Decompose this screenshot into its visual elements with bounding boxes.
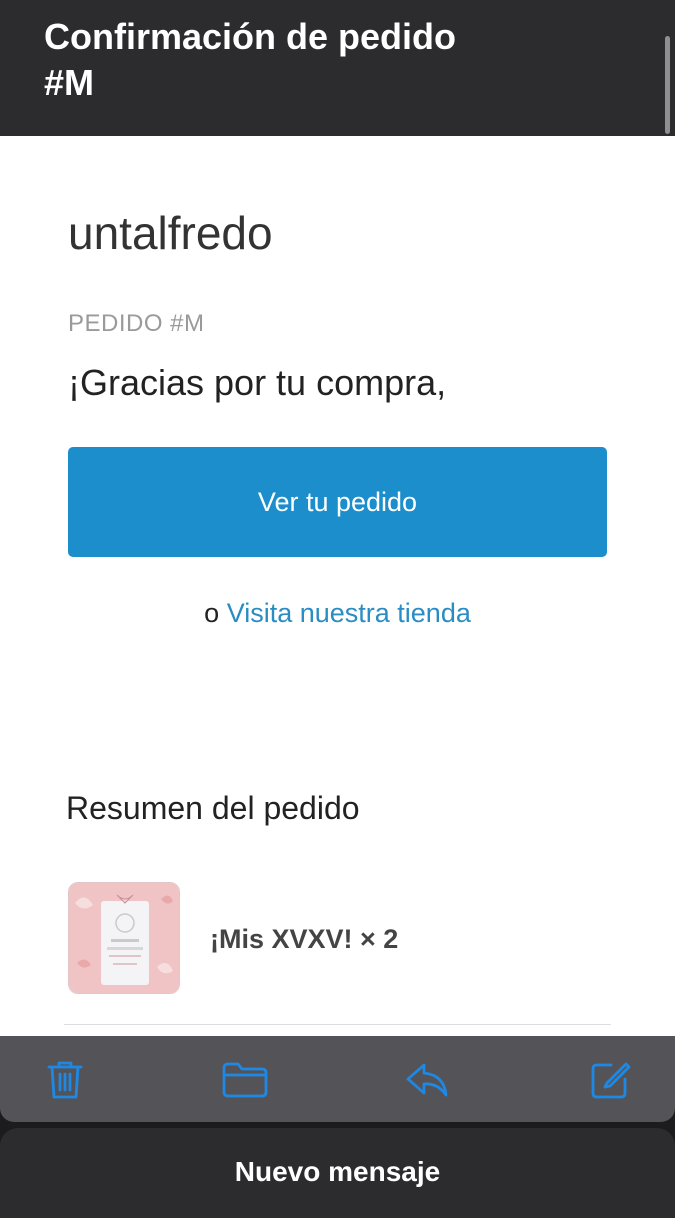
new-message-bar[interactable]: Nuevo mensaje <box>0 1128 675 1218</box>
store-link-row: o Visita nuestra tienda <box>0 598 675 629</box>
order-summary-title: Resumen del pedido <box>66 790 360 826</box>
visit-store-link[interactable]: Visita nuestra tienda <box>227 598 471 628</box>
thanks-heading: ¡Gracias por tu compra, <box>68 362 447 403</box>
store-name: untalfredo <box>68 207 273 259</box>
mail-toolbar <box>0 1036 675 1122</box>
email-subject: Confirmación de pedido #M <box>44 16 457 103</box>
compose-icon[interactable] <box>588 1058 632 1102</box>
email-header: Confirmación de pedido #M <box>0 0 675 136</box>
product-thumbnail <box>68 882 180 994</box>
view-order-button[interactable]: Ver tu pedido <box>68 447 607 557</box>
reply-icon[interactable] <box>403 1058 451 1102</box>
new-message-label: Nuevo mensaje <box>234 1156 441 1187</box>
folder-icon[interactable] <box>220 1058 270 1102</box>
scroll-indicator[interactable] <box>665 36 670 134</box>
link-prefix: o <box>204 598 220 628</box>
product-name: ¡Mis XVXV! × 2 <box>210 924 399 954</box>
order-number-label: PEDIDO #M <box>68 310 205 337</box>
trash-icon[interactable] <box>43 1058 87 1102</box>
email-body: untalfredo PEDIDO #M ¡Gracias por tu com… <box>0 136 675 1036</box>
divider <box>64 1024 611 1025</box>
